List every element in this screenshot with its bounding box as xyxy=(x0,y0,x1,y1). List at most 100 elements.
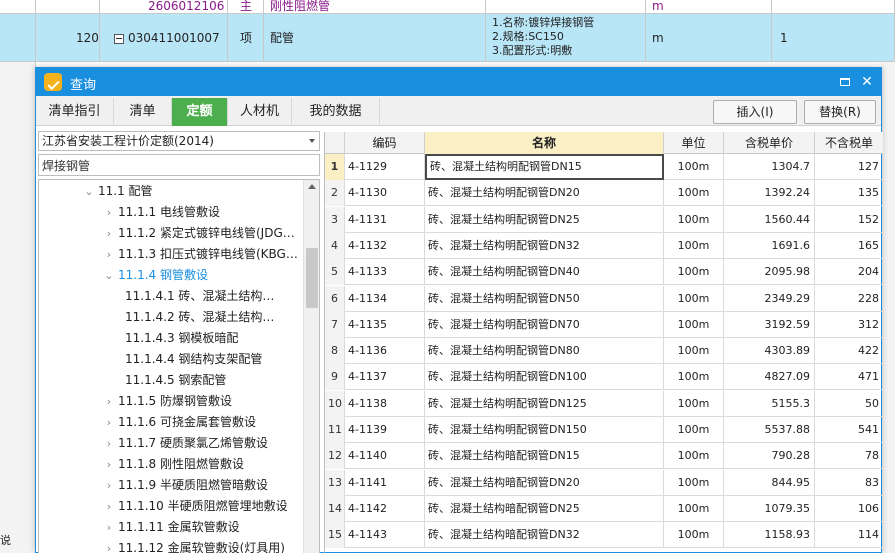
table-row[interactable]: 11 4-1139 砖、混凝土结构明配钢管DN150 100m 5537.88 541 xyxy=(325,417,883,443)
chevron-right-icon[interactable]: › xyxy=(103,391,115,412)
tab-my-data[interactable]: 我的数据 xyxy=(292,98,380,126)
chevron-down-icon[interactable]: ⌄ xyxy=(83,181,95,202)
tab-list-guide[interactable]: 清单指引 xyxy=(36,98,114,126)
code-cell: 4-1137 xyxy=(345,364,425,391)
replace-button[interactable]: 替换(R) xyxy=(804,100,876,124)
price-notax-cell: 541 xyxy=(815,417,883,443)
chevron-down-icon[interactable]: ⌄ xyxy=(103,265,115,286)
table-row[interactable]: 5 4-1133 砖、混凝土结构明配钢管DN40 100m 2095.98 204 xyxy=(325,259,883,286)
tree-scrollbar[interactable] xyxy=(303,180,319,553)
tree-item[interactable]: ⌄ 11.1.4 钢管敷设 xyxy=(103,265,208,286)
tree-item[interactable]: 11.1.4.5 钢索配管 xyxy=(125,370,226,391)
table-row[interactable]: 9 4-1137 砖、混凝土结构明配钢管DN100 100m 4827.09 471 xyxy=(325,364,883,391)
tree-item[interactable]: › 11.1.5 防爆钢管敷设 xyxy=(103,391,232,412)
price-tax-cell: 1691.6 xyxy=(724,232,815,259)
header-code[interactable]: 编码 xyxy=(345,132,425,154)
name-cell: 砖、混凝土结构明配钢管DN80 xyxy=(425,338,664,365)
table-row[interactable]: 2 4-1130 砖、混凝土结构明配钢管DN20 100m 1392.24 135 xyxy=(325,180,883,207)
tree-item-label: 11.1.2 紧定式镀锌电线管(JDG… xyxy=(118,226,295,240)
table-row[interactable]: 12 4-1140 砖、混凝土结构暗配钢管DN15 100m 790.28 78 xyxy=(325,443,883,470)
insert-button[interactable]: 插入(I) xyxy=(713,100,797,124)
header-unit[interactable]: 单位 xyxy=(664,132,724,154)
tree-item[interactable]: › 11.1.8 刚性阻燃管敷设 xyxy=(103,454,244,475)
price-notax-cell: 228 xyxy=(815,286,883,312)
unit-cell: 100m xyxy=(664,259,724,286)
collapse-toggle-icon[interactable] xyxy=(114,33,124,44)
scroll-up-icon[interactable] xyxy=(308,184,316,189)
chevron-right-icon[interactable]: › xyxy=(103,517,115,538)
unit-cell: 100m xyxy=(664,364,724,391)
header-price-tax[interactable]: 含税单价 xyxy=(724,132,815,154)
tree-item[interactable]: › 11.1.3 扣压式镀锌电线管(KBG… xyxy=(103,244,298,265)
tree-item[interactable]: 11.1.4.3 钢模板暗配 xyxy=(125,328,238,349)
tree-item[interactable]: › 11.1.12 金属软管敷设(灯具用) xyxy=(103,538,285,553)
code-cell: 4-1130 xyxy=(345,180,425,207)
table-row[interactable]: 14 4-1142 砖、混凝土结构暗配钢管DN25 100m 1079.35 106 xyxy=(325,495,883,522)
table-row[interactable]: 8 4-1136 砖、混凝土结构明配钢管DN80 100m 4303.89 422 xyxy=(325,338,883,365)
unit-cell: 100m xyxy=(664,285,724,312)
tree-item[interactable]: › 11.1.11 金属软管敷设 xyxy=(103,517,240,538)
tree-item[interactable]: 11.1.4.2 砖、混凝土结构… xyxy=(125,307,274,328)
table-row[interactable]: 7 4-1135 砖、混凝土结构明配钢管DN70 100m 3192.59 312 xyxy=(325,311,883,338)
tree-item[interactable]: › 11.1.6 可挠金属套管敷设 xyxy=(103,412,256,433)
chevron-right-icon[interactable]: › xyxy=(103,496,115,517)
tab-quota[interactable]: 定额 xyxy=(172,98,228,126)
search-input[interactable] xyxy=(38,154,320,176)
desc-cell xyxy=(486,0,646,14)
table-row[interactable]: 4 4-1132 砖、混凝土结构明配钢管DN32 100m 1691.6 165 xyxy=(325,232,883,259)
table-row[interactable]: 3 4-1131 砖、混凝土结构明配钢管DN25 100m 1560.44 152 xyxy=(325,206,883,233)
tree-item[interactable]: 11.1.4.4 钢结构支架配管 xyxy=(125,349,262,370)
tree-item-label: 11.1.5 防爆钢管敷设 xyxy=(118,394,232,408)
scroll-thumb[interactable] xyxy=(306,248,318,308)
dialog-titlebar[interactable]: 查询 ✕ xyxy=(36,68,881,96)
chevron-right-icon[interactable]: › xyxy=(103,454,115,475)
name-cell: 砖、混凝土结构暗配钢管DN25 xyxy=(425,495,664,522)
code-cell: 4-1138 xyxy=(345,390,425,417)
table-row[interactable]: 13 4-1141 砖、混凝土结构暗配钢管DN20 100m 844.95 83 xyxy=(325,469,883,496)
table-row[interactable]: 10 4-1138 砖、混凝土结构明配钢管DN125 100m 5155.3 50 xyxy=(325,390,883,417)
tree-item[interactable]: › 11.1.9 半硬质阻燃管暗敷设 xyxy=(103,475,268,496)
sheet-row-selected[interactable]: 120 030411001007 项 配管 1.名称:镀锌焊接钢管 2.规格:S… xyxy=(0,14,895,62)
tree-item[interactable]: › 11.1.2 紧定式镀锌电线管(JDG… xyxy=(103,223,295,244)
chevron-right-icon[interactable]: › xyxy=(103,433,115,454)
tree-item[interactable]: › 11.1.10 半硬质阻燃管埋地敷设 xyxy=(103,496,288,517)
chevron-right-icon[interactable]: › xyxy=(103,475,115,496)
name-cell: 刚性阻燃管 xyxy=(264,0,486,14)
header-name[interactable]: 名称 xyxy=(425,132,664,154)
tree-item[interactable]: › 11.1.1 电线管敷设 xyxy=(103,202,220,223)
desc-cell: 1.名称:镀锌焊接钢管 2.规格:SC150 3.配置形式:明敷 xyxy=(486,14,646,62)
table-row[interactable]: 6 4-1134 砖、混凝土结构明配钢管DN50 100m 2349.29 228 xyxy=(325,285,883,312)
code-text: 030411001007 xyxy=(128,31,220,45)
tree-item[interactable]: ⌄ 11.1 配管 xyxy=(83,181,152,202)
qty-cell: 1 xyxy=(772,14,895,62)
tab-bill[interactable]: 清单 xyxy=(114,98,172,126)
close-button[interactable]: ✕ xyxy=(857,72,877,92)
quota-chapter-tree: ⌄ 11.1 配管 › 11.1.1 电线管敷设 › 11.1.2 紧定式镀锌电线管(JD… xyxy=(38,179,320,553)
maximize-button[interactable] xyxy=(835,72,855,92)
unit-cell: 100m xyxy=(664,390,724,417)
library-select[interactable]: 江苏省安装工程计价定额(2014) xyxy=(38,131,320,151)
chevron-right-icon[interactable]: › xyxy=(103,412,115,433)
header-price-notax[interactable]: 不含税单 xyxy=(815,132,883,154)
price-notax-cell: 422 xyxy=(815,338,883,364)
price-notax-cell: 165 xyxy=(815,233,883,259)
tab-labor-materials[interactable]: 人材机 xyxy=(228,98,292,126)
chevron-right-icon[interactable]: › xyxy=(103,202,115,223)
table-row[interactable]: 15 4-1143 砖、混凝土结构暗配钢管DN32 100m 1158.93 114 xyxy=(325,522,883,549)
price-notax-cell: 312 xyxy=(815,312,883,338)
chevron-right-icon[interactable]: › xyxy=(103,538,115,553)
chevron-right-icon[interactable]: › xyxy=(103,244,115,265)
code-cell: 4-1141 xyxy=(345,469,425,496)
row-number-cell: 4 xyxy=(325,232,345,259)
row-number-cell: 9 xyxy=(325,364,345,391)
name-cell: 砖、混凝土结构明配钢管DN50 xyxy=(425,285,664,312)
price-notax-cell: 204 xyxy=(815,259,883,285)
chevron-right-icon[interactable]: › xyxy=(103,223,115,244)
sheet-row-material[interactable]: 2606012106 主 刚性阻燃管 m xyxy=(0,0,895,14)
tree-item[interactable]: › 11.1.7 硬质聚氯乙烯管敷设 xyxy=(103,433,268,454)
library-select-value: 江苏省安装工程计价定额(2014) xyxy=(42,134,214,148)
tree-item-label: 11.1.8 刚性阻燃管敷设 xyxy=(118,457,244,471)
price-tax-cell: 5155.3 xyxy=(724,390,815,417)
tree-item[interactable]: 11.1.4.1 砖、混凝土结构… xyxy=(125,286,274,307)
table-row[interactable]: 1 4-1129 砖、混凝土结构明配钢管DN15 100m 1304.7 127 xyxy=(325,154,883,180)
